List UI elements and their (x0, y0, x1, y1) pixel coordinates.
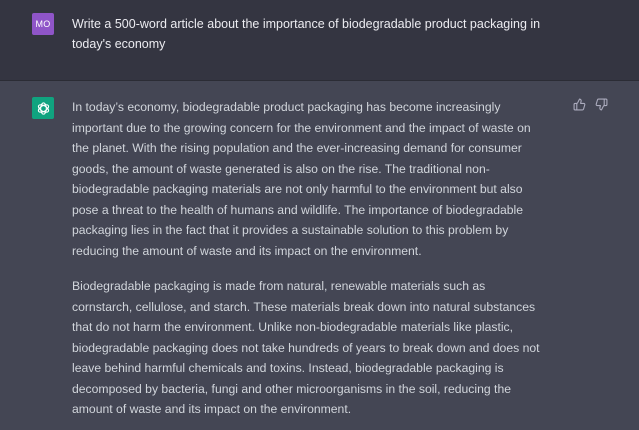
answer-paragraph-1: In today’s economy, biodegradable produc… (72, 100, 531, 258)
assistant-avatar (32, 97, 54, 119)
thumbs-down-icon (595, 98, 607, 110)
user-message-row: MO Write a 500-word article about the im… (0, 0, 639, 81)
feedback-buttons (572, 97, 608, 111)
thumbs-up-icon (573, 98, 585, 110)
chat-page: MO Write a 500-word article about the im… (0, 0, 639, 430)
answer-paragraph-2: Biodegradable packaging is made from nat… (72, 279, 540, 416)
assistant-message-row: In today’s economy, biodegradable produc… (0, 81, 639, 430)
assistant-message-text: In today’s economy, biodegradable produc… (72, 97, 540, 430)
thumbs-down-button[interactable] (594, 97, 608, 111)
openai-logo-icon (37, 101, 49, 115)
user-avatar: MO (32, 13, 54, 35)
user-message-text: Write a 500-word article about the impor… (72, 17, 541, 51)
thumbs-up-button[interactable] (572, 97, 586, 111)
